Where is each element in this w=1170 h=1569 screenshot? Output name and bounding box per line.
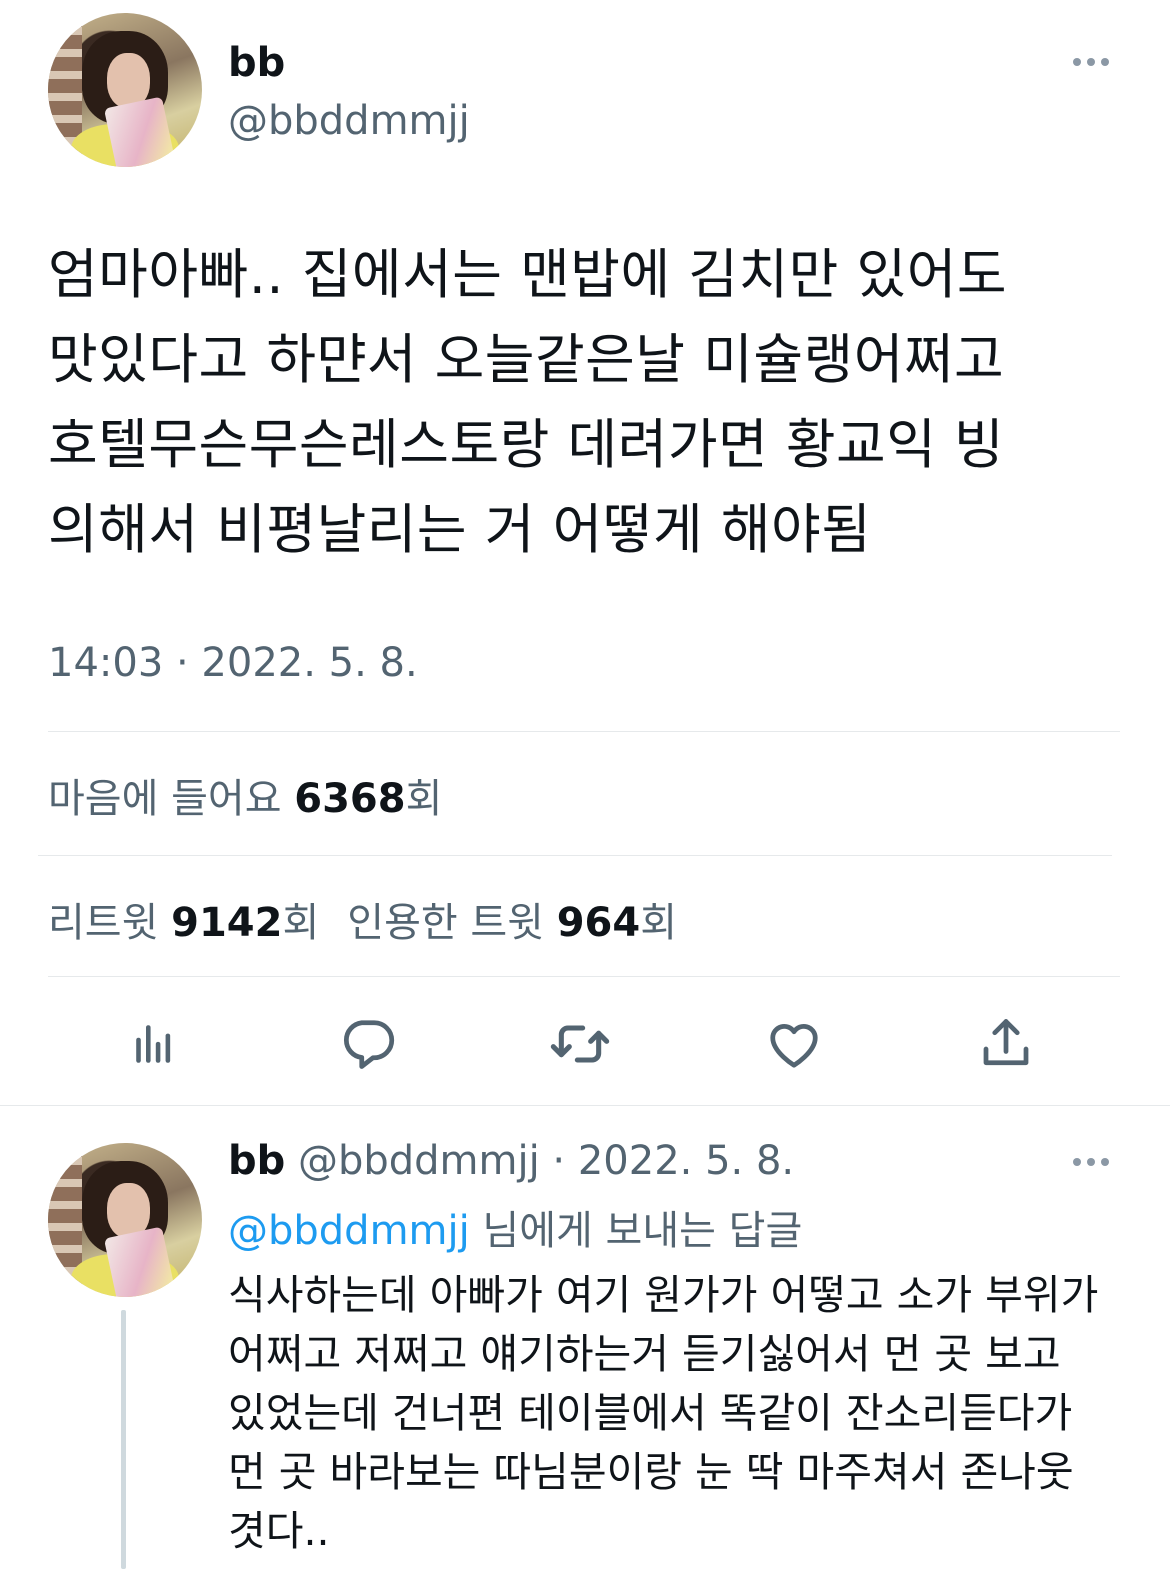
- divider: [0, 1105, 1170, 1106]
- like-icon[interactable]: [762, 1012, 826, 1076]
- retweets-suffix: 회: [282, 900, 320, 946]
- reply-text: 식사하는데 아빠가 여기 원가가 어떻고 소가 부위가 어쩌고 저쩌고 얘기하는…: [228, 1266, 1128, 1561]
- replying-to: @bbddmmjj 님에게 보내는 답글: [228, 1198, 802, 1256]
- divider: [38, 855, 1112, 856]
- reply-text-line: 있었는데 건너편 테이블에서 똑같이 잔소리듣다가: [228, 1389, 1073, 1437]
- quotes-label: 인용한 트윗: [347, 900, 557, 946]
- reply-text-line: 식사하는데 아빠가 여기 원가가 어떻고 소가 부위가: [228, 1271, 1099, 1319]
- reply-text-line: 겻다..: [228, 1507, 330, 1555]
- tweet-timestamp[interactable]: 14:03 · 2022. 5. 8.: [48, 640, 418, 686]
- tweet-text-line: 의해서 비평날리는 거 어떻게 해야됨: [48, 498, 872, 561]
- reply-avatar[interactable]: [48, 1143, 202, 1297]
- reply-icon[interactable]: [336, 1012, 400, 1076]
- user-handle[interactable]: @bbddmmjj: [228, 98, 470, 144]
- quotes-suffix: 회: [640, 900, 678, 946]
- reply-text-line: 먼 곳 바라보는 따님분이랑 눈 딱 마주쳐서 존나웃: [228, 1448, 1074, 1496]
- quotes-count: 964: [556, 900, 641, 946]
- tweet-detail-page: bb @bbddmmjj 엄마아빠.. 집에서는 맨밥에 김치만 있어도 맛있다…: [0, 0, 1170, 1569]
- likes-count: 6368: [294, 776, 406, 822]
- more-options-icon[interactable]: [1073, 1158, 1109, 1166]
- retweets-stat[interactable]: 리트윗 9142회: [48, 900, 319, 946]
- reply-text-line: 어쩌고 저쩌고 얘기하는거 듣기싫어서 먼 곳 보고: [228, 1330, 1061, 1378]
- likes-stat[interactable]: 마음에 들어요 6368회: [48, 766, 442, 824]
- divider: [48, 731, 1120, 732]
- retweets-count: 9142: [171, 900, 283, 946]
- reply-display-name[interactable]: bb: [228, 1138, 285, 1184]
- likes-suffix: 회: [405, 776, 443, 822]
- share-icon[interactable]: [974, 1012, 1038, 1076]
- tweet-text-line: 맛있다고 하먄서 오늘같은날 미슐랭어쩌고: [48, 328, 1005, 391]
- tweet-text: 엄마아빠.. 집에서는 맨밥에 김치만 있어도 맛있다고 하먄서 오늘같은날 미…: [48, 232, 1128, 572]
- reply-handle[interactable]: @bbddmmjj: [298, 1138, 540, 1184]
- mention-link[interactable]: @bbddmmjj: [228, 1208, 470, 1254]
- retweet-stats: 리트윗 9142회 인용한 트윗 964회: [48, 890, 677, 948]
- replying-to-suffix: 님에게 보내는 답글: [469, 1208, 803, 1254]
- thread-line: [121, 1310, 126, 1569]
- tweet-text-line: 엄마아빠.. 집에서는 맨밥에 김치만 있어도: [48, 243, 1008, 306]
- more-options-icon[interactable]: [1073, 58, 1109, 66]
- reply-date[interactable]: · 2022. 5. 8.: [540, 1138, 794, 1184]
- retweets-label: 리트윗: [48, 900, 172, 946]
- tweet-text-line: 호텔무슨무슨레스토랑 데려가면 황교익 빙: [48, 413, 1005, 476]
- retweet-icon[interactable]: [548, 1012, 612, 1076]
- stats-icon[interactable]: [124, 1012, 188, 1076]
- reply-header: bb @bbddmmjj · 2022. 5. 8.: [228, 1138, 794, 1184]
- likes-label: 마음에 들어요: [48, 776, 295, 822]
- display-name[interactable]: bb: [228, 40, 285, 86]
- divider: [48, 976, 1120, 977]
- quotes-stat[interactable]: 인용한 트윗 964회: [347, 900, 677, 946]
- avatar[interactable]: [48, 13, 202, 167]
